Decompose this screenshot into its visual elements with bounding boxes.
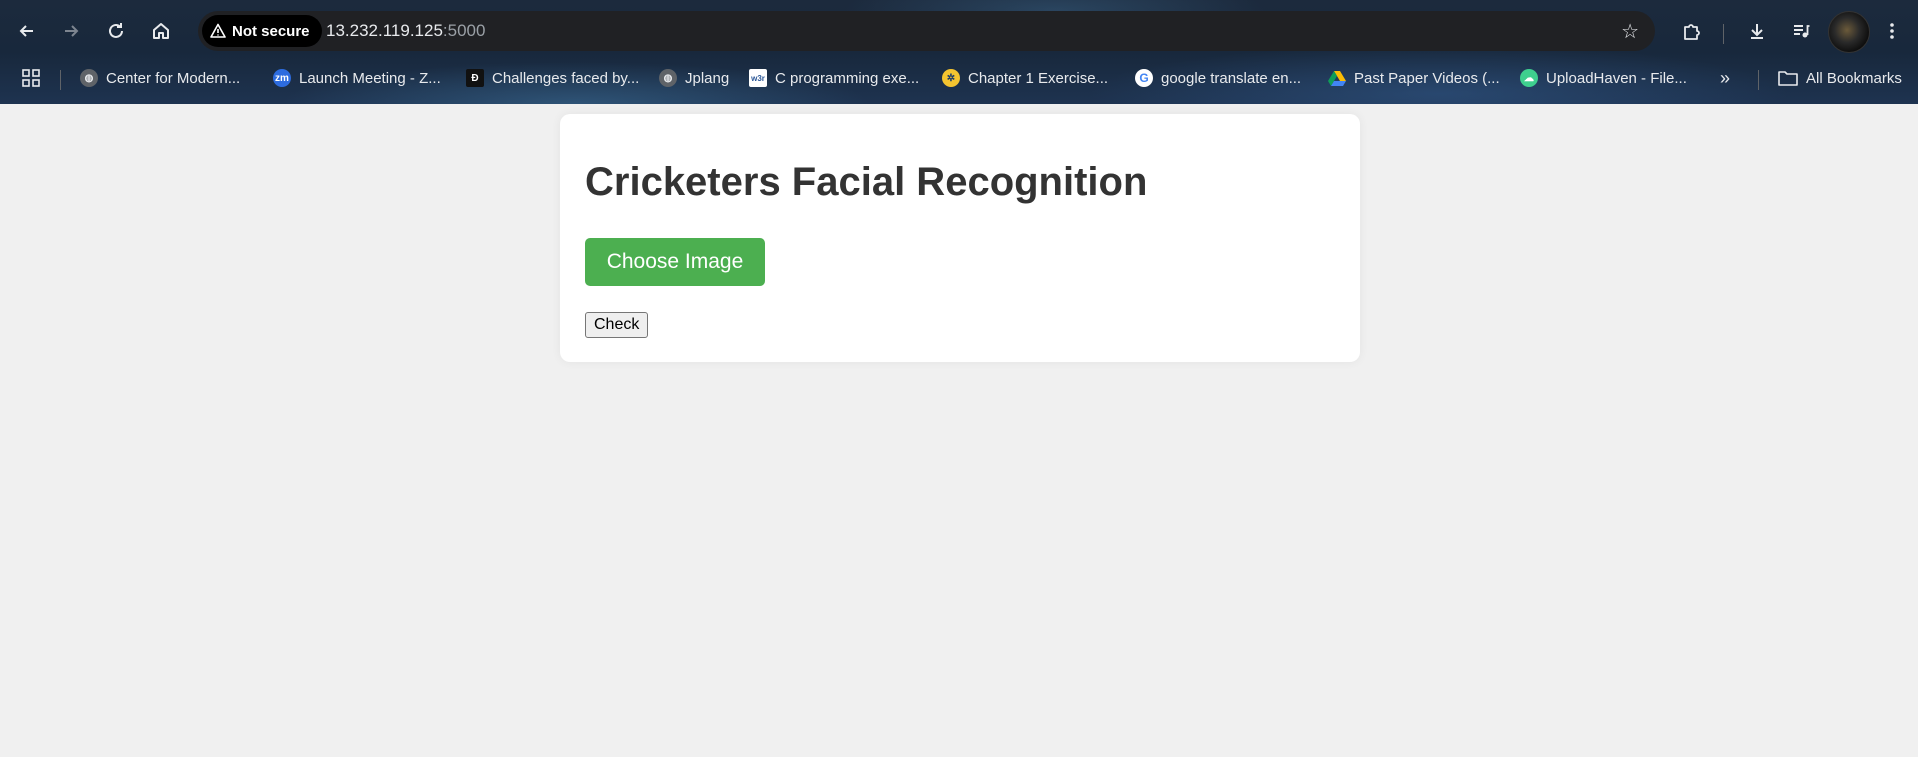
forward-button[interactable] [55,15,87,47]
folder-icon [1778,71,1798,86]
bookmark-label: C programming exe... [775,69,920,87]
apps-grid-icon [22,69,40,87]
all-bookmarks-label: All Bookmarks [1806,69,1902,87]
bookmark-item[interactable]: ◍ Jplang [659,64,729,92]
globe-icon: ◍ [80,69,98,87]
google-icon: G [1135,69,1153,87]
page-title: Cricketers Facial Recognition [585,160,1148,204]
upload-card: Cricketers Facial Recognition Choose Ima… [560,114,1360,362]
cloud-icon: ☁ [1520,69,1538,87]
browser-toolbar: Not secure 13.232.119.125:5000 ☆ [0,8,1918,54]
address-bar[interactable]: Not secure 13.232.119.125:5000 ☆ [198,11,1655,51]
reload-button[interactable] [100,15,132,47]
more-bookmarks-button[interactable]: » [1720,64,1730,92]
bookmark-label: Past Paper Videos (... [1354,69,1500,87]
w3r-icon: w3r [749,69,767,87]
bookmark-item[interactable]: G google translate en... [1135,64,1301,92]
bookmarks-separator [1758,70,1759,90]
choose-image-button[interactable]: Choose Image [585,238,765,286]
bookmark-item[interactable]: zm Launch Meeting - Z... [273,64,441,92]
browser-menu-button[interactable] [1876,15,1908,47]
zoom-icon: zm [273,69,291,87]
reload-icon [109,23,123,38]
back-button[interactable] [11,15,43,47]
downloads-button[interactable] [1741,15,1773,47]
security-label: Not secure [232,22,310,40]
star-icon: ☆ [1621,21,1639,43]
warning-triangle-icon [210,23,226,38]
bookmark-label: Launch Meeting - Z... [299,69,441,87]
bookmark-label: google translate en... [1161,69,1302,87]
globe-icon: ◍ [659,69,677,87]
bookmark-label: Challenges faced by... [492,69,640,87]
url-host: 13.232.119.125 [326,21,443,40]
home-icon [153,23,169,39]
extensions-button[interactable] [1675,15,1707,47]
bookmarks-separator [60,70,61,90]
wheel-icon: ✲ [942,69,960,87]
bookmark-item[interactable]: ☁ UploadHaven - File... [1520,64,1687,92]
back-arrow-icon [19,25,33,37]
bookmarks-bar: ◍ Center for Modern... zm Launch Meeting… [0,62,1918,94]
bookmark-item[interactable]: Past Paper Videos (... [1328,64,1500,92]
security-chip[interactable]: Not secure [202,15,322,47]
double-chevron-icon: » [1720,67,1731,88]
url-port: :5000 [442,21,486,40]
bookmark-item[interactable]: w3r C programming exe... [749,64,919,92]
toolbar-separator [1723,24,1724,44]
home-button[interactable] [145,15,177,47]
download-icon [1751,24,1763,39]
bookmark-item[interactable]: ✲ Chapter 1 Exercise... [942,64,1108,92]
forward-arrow-icon [65,25,79,37]
bookmark-label: UploadHaven - File... [1546,69,1687,87]
browser-chrome: Not secure 13.232.119.125:5000 ☆ ◍ Cente… [0,0,1918,104]
puzzle-icon [1684,24,1700,40]
url-text[interactable]: 13.232.119.125:5000 [326,21,485,41]
bookmark-star-button[interactable]: ☆ [1621,19,1639,44]
profile-avatar[interactable] [1828,11,1870,53]
check-button[interactable]: Check [585,312,649,338]
bookmark-label: Jplang [685,69,730,87]
kebab-menu-icon [1890,23,1894,39]
bookmark-label: Chapter 1 Exercise... [968,69,1109,87]
media-queue-icon [1794,25,1810,38]
bookmark-label: Center for Modern... [106,69,241,87]
drive-icon [1328,69,1346,87]
all-bookmarks-button[interactable]: All Bookmarks [1778,64,1902,92]
d-logo-icon: Ð [466,69,484,87]
bookmark-item[interactable]: Ð Challenges faced by... [466,64,639,92]
apps-button[interactable] [22,64,40,92]
media-control-button[interactable] [1785,15,1817,47]
bookmark-item[interactable]: ◍ Center for Modern... [80,64,240,92]
